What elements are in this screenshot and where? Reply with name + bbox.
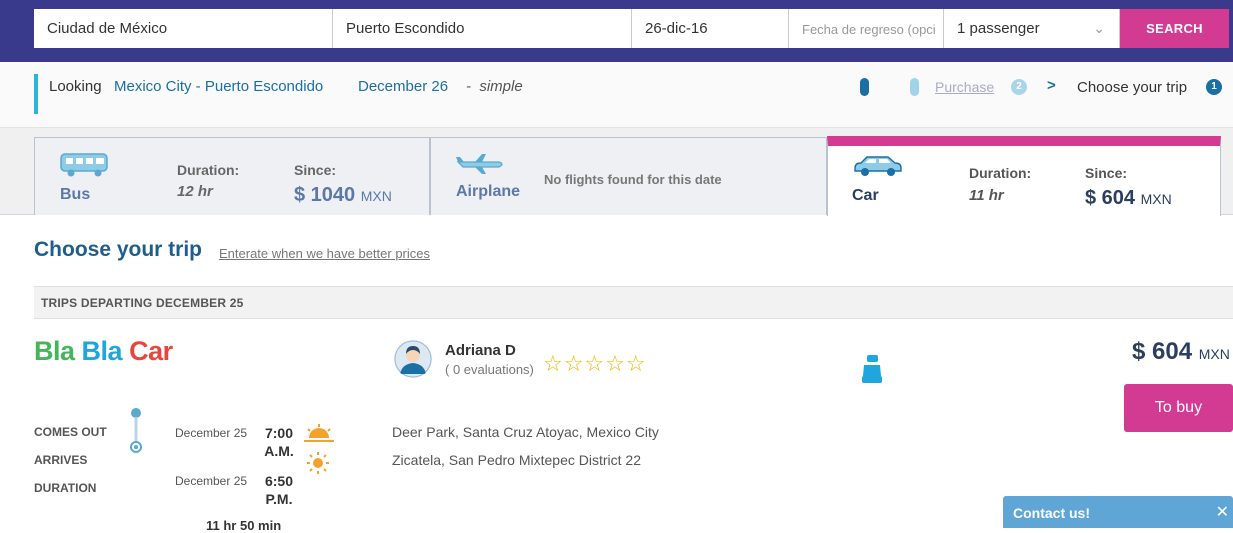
tab-car-currency: MXN — [1140, 191, 1172, 207]
tab-bus-price: $ 1040 MXN — [294, 184, 392, 207]
accent-bar — [34, 74, 38, 114]
tab-bus-duration-label: Duration: — [177, 162, 240, 178]
tab-bus-currency: MXN — [360, 188, 392, 204]
tab-bus-duration: 12 hr — [177, 183, 213, 200]
step-pill-inactive — [910, 78, 919, 96]
step-choose-trip: Choose your trip — [1077, 79, 1188, 96]
step-number-1: 1 — [1206, 79, 1222, 95]
tab-bus-since-label: Since: — [294, 162, 337, 178]
logo-part-3: Car — [129, 336, 173, 366]
tab-car-duration: 11 hr — [969, 187, 1004, 204]
departure-date-field[interactable]: 26-dic-16 — [632, 9, 789, 48]
route-link[interactable]: Mexico City - Puerto Escondido — [114, 78, 323, 95]
return-date-field[interactable]: Fecha de regreso (opci — [789, 9, 944, 48]
driver-name[interactable]: Adriana D — [445, 342, 516, 359]
origin-field[interactable]: Ciudad de México — [34, 9, 333, 48]
duration-label: DURATION — [34, 481, 97, 495]
trip-duration: 11 hr 50 min — [206, 518, 282, 533]
contact-us-widget[interactable]: Contact us! ✕ — [1003, 496, 1233, 528]
chevron-down-icon: ⌄ — [1093, 20, 1105, 36]
tab-bus[interactable]: Bus Duration: 12 hr Since: $ 1040 MXN — [34, 137, 430, 215]
arrives-label: ARRIVES — [34, 453, 88, 467]
blablacar-logo: Bla Bla Car — [34, 336, 173, 367]
user-icon — [394, 340, 432, 378]
tab-bus-name: Bus — [60, 186, 91, 203]
car-icon — [854, 156, 902, 176]
tab-car-price: $ 604 MXN — [1085, 187, 1172, 210]
arrive-date: December 25 — [175, 474, 248, 488]
depart-place: Deer Park, Santa Cruz Atoyac, Mexico Cit… — [392, 424, 659, 440]
search-bar: Ciudad de México Puerto Escondido 26-dic… — [0, 0, 1233, 62]
contact-us-label: Contact us! — [1013, 505, 1090, 521]
date-link[interactable]: December 26 — [358, 78, 448, 95]
avatar[interactable] — [394, 340, 432, 378]
driver-evaluations: ( 0 evaluations) — [445, 362, 534, 377]
tab-car-price-value: $ 604 — [1085, 187, 1136, 209]
trip-price-value: $ 604 — [1132, 338, 1193, 365]
step-purchase-link[interactable]: Purchase — [935, 79, 994, 95]
tab-airplane-message: No flights found for this date — [544, 172, 722, 187]
tab-bus-price-value: $ 1040 — [294, 184, 356, 206]
tab-airplane[interactable]: Airplane No flights found for this date — [430, 137, 827, 215]
step-number-2: 2 — [1011, 79, 1027, 95]
step-pill-active — [860, 78, 869, 96]
tab-car[interactable]: Car Duration: 11 hr Since: $ 604 MXN — [827, 136, 1221, 216]
arrive-time: 6:50 P.M. — [264, 473, 294, 507]
logo-part-2: Bla — [81, 336, 123, 366]
price-alert-link[interactable]: Enterate when we have better prices — [219, 246, 430, 261]
sunrise-icon — [304, 424, 334, 442]
comes-out-label: COMES OUT — [34, 425, 107, 439]
trip-type: - simple — [466, 78, 523, 95]
step-arrow-icon: > — [1047, 77, 1056, 94]
timeline-icon — [130, 408, 142, 453]
trip-price: $ 604 MXN — [1132, 338, 1230, 366]
tab-car-since-label: Since: — [1085, 165, 1128, 181]
seat-icon — [862, 355, 882, 383]
tab-car-duration-label: Duration: — [969, 165, 1032, 181]
section-header: TRIPS DEPARTING DECEMBER 25 — [34, 286, 1233, 319]
looking-label: Looking — [49, 78, 102, 95]
airplane-icon — [456, 154, 503, 174]
passengers-value: 1 passenger — [957, 20, 1040, 37]
close-icon[interactable]: ✕ — [1216, 502, 1229, 522]
logo-part-1: Bla — [34, 336, 75, 366]
trip-currency: MXN — [1198, 346, 1230, 362]
bus-icon — [60, 153, 108, 177]
buy-button[interactable]: To buy — [1124, 384, 1233, 432]
looking-bar: Looking Mexico City - Puerto Escondido D… — [0, 62, 1233, 128]
passengers-select[interactable]: 1 passenger ⌄ — [944, 9, 1120, 48]
sun-icon — [307, 452, 329, 474]
tab-airplane-name: Airplane — [456, 183, 521, 200]
destination-field[interactable]: Puerto Escondido — [333, 9, 632, 48]
search-button[interactable]: SEARCH — [1120, 9, 1229, 48]
depart-date: December 25 — [175, 426, 248, 440]
rating-stars: ☆☆☆☆☆ — [543, 351, 647, 376]
type-separator: - — [466, 78, 471, 95]
trip-type-value: simple — [479, 78, 523, 95]
arrive-place: Zicatela, San Pedro Mixtepec District 22 — [392, 452, 641, 468]
depart-time: 7:00 A.M. — [264, 425, 294, 459]
tab-car-name: Car — [852, 187, 879, 204]
page-title: Choose your trip — [34, 238, 203, 261]
